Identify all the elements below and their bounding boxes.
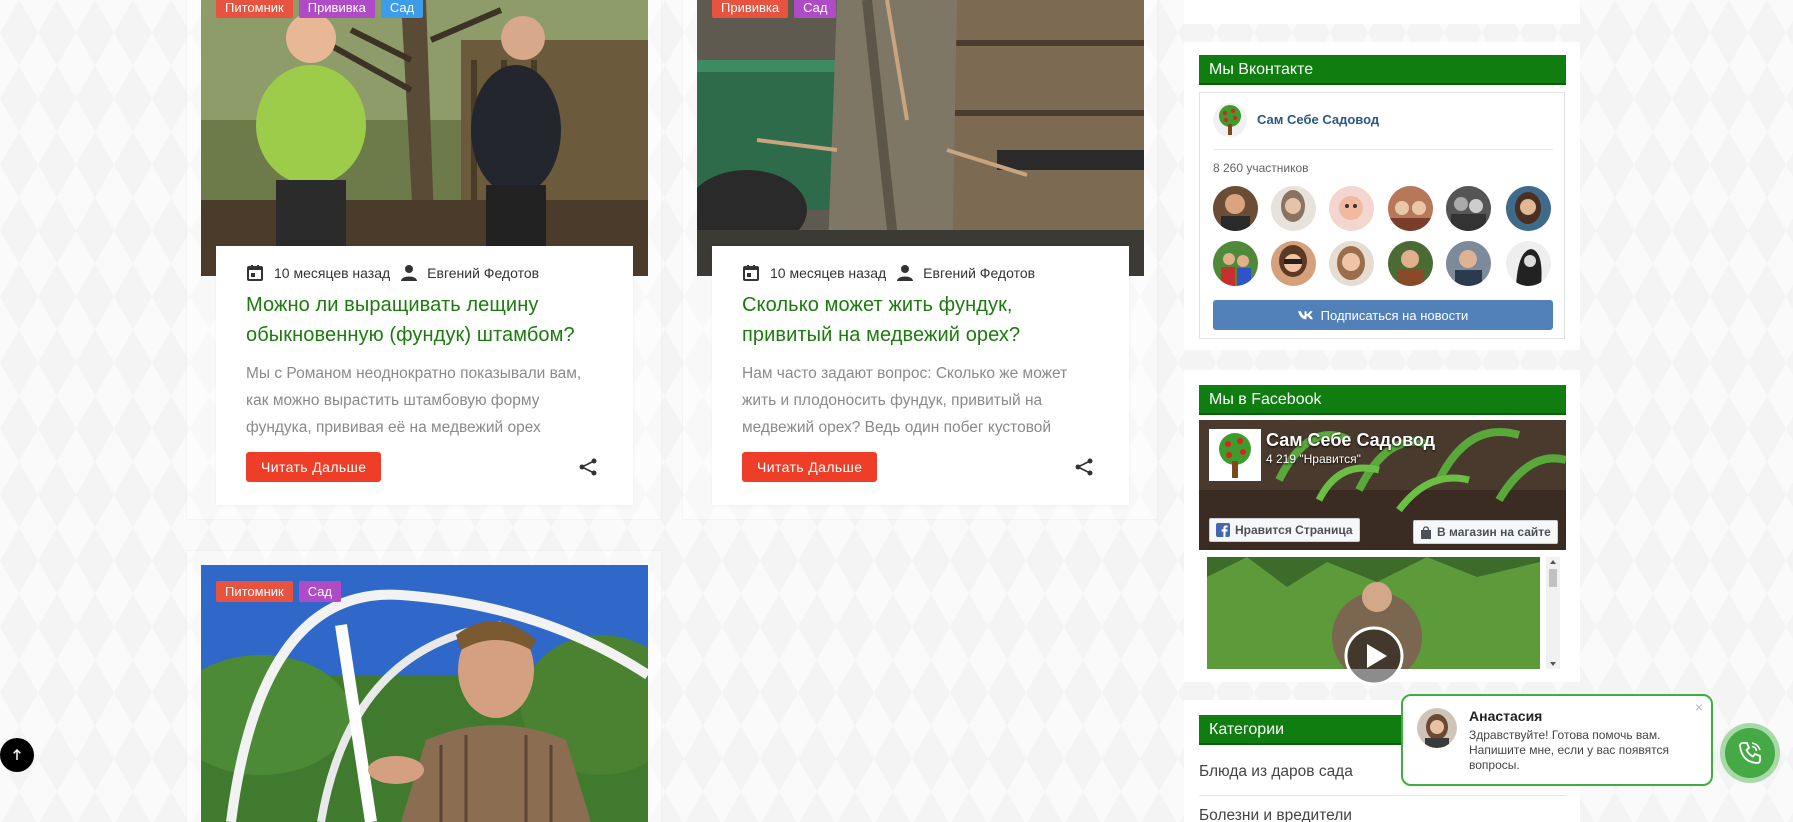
- facebook-icon: [1216, 523, 1230, 537]
- post-excerpt: Нам часто задают вопрос: Сколько же може…: [742, 365, 1068, 436]
- chat-message: Здравствуйте! Готова помочь вам. Напишит…: [1469, 728, 1670, 772]
- tag-link[interactable]: Сад: [380, 0, 424, 18]
- person-icon: [401, 264, 418, 281]
- avatar[interactable]: [1506, 241, 1551, 286]
- read-more-button[interactable]: Читать Дальше: [246, 452, 382, 482]
- scroll-top-button[interactable]: [0, 738, 34, 772]
- play-icon[interactable]: [1344, 626, 1404, 686]
- post-meta: 10 месяцев назад Евгений Федотов: [246, 259, 603, 286]
- video-scrollbar[interactable]: [1546, 557, 1560, 669]
- post-title[interactable]: Можно ли выращивать лещину обыкновенную …: [246, 290, 603, 350]
- post-body: 10 месяцев назад Евгений Федотов Можно л…: [216, 246, 633, 505]
- scroll-up-icon[interactable]: [1546, 557, 1560, 567]
- post-tags: Питомник Прививка Сад: [216, 0, 424, 18]
- avatar[interactable]: [1388, 186, 1433, 231]
- close-icon[interactable]: ×: [1695, 699, 1703, 715]
- vk-logo-icon: [1297, 311, 1313, 320]
- post-title[interactable]: Сколько может жить фундук, привитый на м…: [742, 290, 1099, 350]
- facebook-like-button[interactable]: Нравится Страница: [1209, 518, 1360, 542]
- tag-link[interactable]: Прививка: [712, 0, 789, 18]
- post-meta: 10 месяцев назад Евгений Федотов: [742, 259, 1099, 286]
- scrollbar-thumb[interactable]: [1549, 569, 1557, 587]
- operator-name: Анастасия: [1469, 708, 1543, 724]
- avatar[interactable]: [1506, 186, 1551, 231]
- vk-subscribe-button[interactable]: Подписаться на новости: [1213, 300, 1553, 330]
- category-link[interactable]: Блюда из даров сада: [1199, 763, 1353, 781]
- avatar[interactable]: [1213, 186, 1258, 231]
- facebook-shop-button[interactable]: В магазин на сайте: [1413, 520, 1558, 544]
- post-image[interactable]: [201, 0, 648, 276]
- group-logo-icon[interactable]: [1213, 103, 1247, 137]
- call-button[interactable]: [1720, 723, 1780, 783]
- arrow-up-icon: [13, 749, 21, 760]
- post-tags: Прививка Сад: [712, 0, 837, 18]
- tag-link[interactable]: Питомник: [216, 0, 293, 18]
- post-image[interactable]: [697, 0, 1144, 276]
- facebook-widget-title: Мы в Facebook: [1199, 385, 1566, 415]
- facebook-shop-label: В магазин на сайте: [1437, 525, 1551, 539]
- avatar[interactable]: [1213, 241, 1258, 286]
- tag-link[interactable]: Сад: [794, 0, 837, 18]
- vk-widget-title: Мы Вконтакте: [1199, 55, 1566, 85]
- divider: [1213, 149, 1553, 150]
- avatar[interactable]: [1329, 186, 1374, 231]
- category-link[interactable]: Болезни и вредители: [1199, 807, 1352, 822]
- post-date: 10 месяцев назад: [770, 264, 887, 281]
- post-author[interactable]: Евгений Федотов: [427, 265, 539, 281]
- calendar-icon: [247, 264, 263, 281]
- avatar[interactable]: [1446, 186, 1491, 231]
- avatar[interactable]: [1329, 241, 1374, 286]
- post-body: 10 месяцев назад Евгений Федотов Сколько…: [712, 246, 1129, 505]
- post-excerpt: Мы с Романом неоднократно показывали вам…: [246, 365, 582, 436]
- avatar[interactable]: [1271, 241, 1316, 286]
- facebook-like-label: Нравится Страница: [1235, 523, 1353, 537]
- post-tags: Питомник Сад: [216, 581, 342, 602]
- post-date: 10 месяцев назад: [274, 264, 391, 281]
- facebook-page-name[interactable]: Сам Себе Садовод: [1266, 430, 1435, 451]
- person-icon: [897, 264, 914, 281]
- phone-icon: [1739, 742, 1761, 764]
- facebook-page-logo-icon[interactable]: [1209, 429, 1261, 481]
- divider: [1199, 795, 1566, 796]
- share-icon[interactable]: [1075, 458, 1093, 476]
- read-more-button[interactable]: Читать Дальше: [742, 452, 878, 482]
- vk-member-count: 8 260 участников: [1213, 161, 1309, 175]
- scroll-down-icon[interactable]: [1546, 659, 1560, 669]
- avatar[interactable]: [1446, 241, 1491, 286]
- sidebar-widget-top: [1184, 0, 1580, 24]
- vk-group-name[interactable]: Сам Себе Садовод: [1257, 112, 1379, 127]
- avatar[interactable]: [1388, 241, 1433, 286]
- tag-link[interactable]: Сад: [298, 581, 342, 602]
- chat-popup[interactable]: Анастасия Здравствуйте! Готова помочь ва…: [1401, 694, 1713, 786]
- post-image[interactable]: [201, 565, 648, 822]
- calendar-icon: [743, 264, 759, 281]
- post-actions: Читать Дальше: [246, 452, 603, 482]
- avatar[interactable]: [1271, 186, 1316, 231]
- post-actions: Читать Дальше: [742, 452, 1099, 482]
- tag-link[interactable]: Питомник: [216, 581, 293, 602]
- tag-link[interactable]: Прививка: [298, 0, 375, 18]
- shopping-bag-icon: [1421, 525, 1431, 539]
- post-author[interactable]: Евгений Федотов: [923, 265, 1035, 281]
- operator-avatar: [1417, 708, 1457, 748]
- facebook-likes: 4 219 "Нравится": [1266, 452, 1361, 466]
- vk-subscribe-label: Подписаться на новости: [1320, 307, 1469, 323]
- share-icon[interactable]: [579, 458, 597, 476]
